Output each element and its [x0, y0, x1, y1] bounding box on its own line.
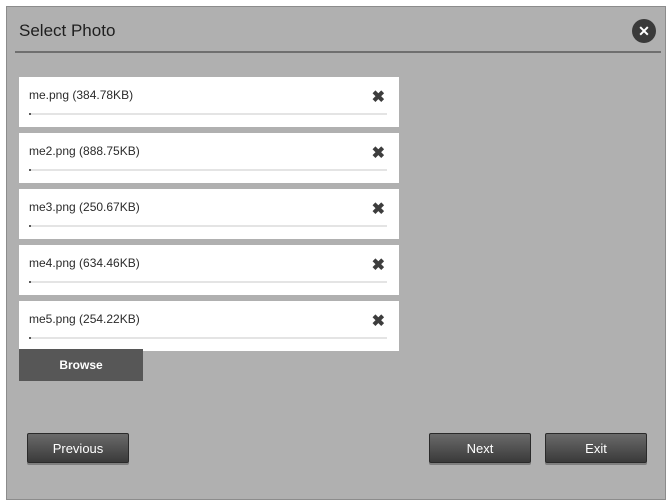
- upload-progress-fill: [29, 281, 32, 283]
- previous-button[interactable]: Previous: [27, 433, 129, 463]
- file-row: me5.png (254.22KB) ✖: [19, 301, 399, 351]
- upload-progress-fill: [29, 169, 32, 171]
- remove-icon[interactable]: ✖: [372, 87, 385, 107]
- file-row: me2.png (888.75KB) ✖: [19, 133, 399, 183]
- file-name: me5.png (254.22KB): [29, 312, 140, 326]
- file-row: me4.png (634.46KB) ✖: [19, 245, 399, 295]
- browse-button[interactable]: Browse: [19, 349, 143, 381]
- file-name: me.png (384.78KB): [29, 88, 134, 102]
- exit-button[interactable]: Exit: [545, 433, 647, 463]
- file-name: me4.png (634.46KB): [29, 256, 140, 270]
- upload-progress-fill: [29, 113, 32, 115]
- next-button[interactable]: Next: [429, 433, 531, 463]
- file-list: me.png (384.78KB) ✖ me2.png (888.75KB) ✖…: [19, 77, 399, 357]
- remove-icon[interactable]: ✖: [372, 255, 385, 275]
- remove-icon[interactable]: ✖: [372, 199, 385, 219]
- close-icon[interactable]: ✕: [632, 19, 656, 43]
- upload-progress-bar: [29, 281, 387, 283]
- dialog-title: Select Photo: [19, 21, 116, 40]
- remove-icon[interactable]: ✖: [372, 143, 385, 163]
- upload-progress-fill: [29, 225, 32, 227]
- file-row: me.png (384.78KB) ✖: [19, 77, 399, 127]
- upload-progress-bar: [29, 169, 387, 171]
- upload-progress-fill: [29, 337, 32, 339]
- file-name: me3.png (250.67KB): [29, 200, 140, 214]
- select-photo-dialog: Select Photo ✕ me.png (384.78KB) ✖ me2.p…: [6, 6, 666, 500]
- file-name: me2.png (888.75KB): [29, 144, 140, 158]
- upload-progress-bar: [29, 225, 387, 227]
- title-divider: [15, 51, 661, 53]
- upload-progress-bar: [29, 337, 387, 339]
- upload-progress-bar: [29, 113, 387, 115]
- file-row: me3.png (250.67KB) ✖: [19, 189, 399, 239]
- remove-icon[interactable]: ✖: [372, 311, 385, 331]
